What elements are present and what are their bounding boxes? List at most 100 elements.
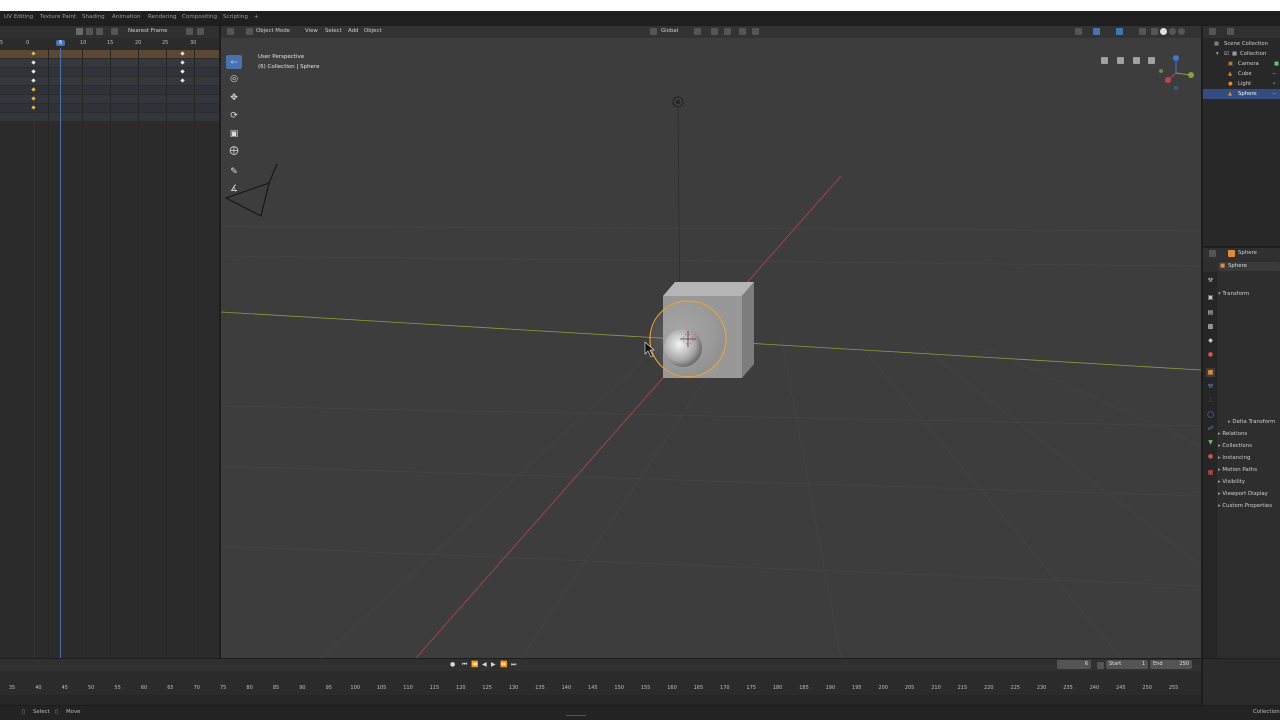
outliner-item-camera[interactable]: ▣ Camera ■ — [1203, 59, 1280, 69]
modifier-tab-icon[interactable]: ⚒ — [1206, 382, 1215, 391]
panel-transform[interactable]: ▾ Transform — [1218, 291, 1249, 297]
clock-icon[interactable] — [1097, 662, 1104, 669]
overlay-toggle-icon[interactable] — [1116, 28, 1123, 35]
physics-tab-icon[interactable]: ◯ — [1206, 410, 1215, 419]
snap-icon[interactable] — [711, 28, 718, 35]
menu-add[interactable]: Add — [348, 28, 358, 34]
menu-select[interactable]: Select — [325, 28, 342, 34]
menu-object[interactable]: Object — [364, 28, 382, 34]
material-tab-icon[interactable]: ● — [1206, 452, 1215, 461]
filter-icon[interactable] — [111, 28, 118, 35]
navigation-gizmo[interactable] — [1159, 55, 1194, 90]
warning-icon[interactable] — [96, 28, 103, 35]
snap-mode-dropdown[interactable]: Nearest Frame — [128, 28, 168, 34]
texture-tab-icon[interactable]: ▦ — [1206, 468, 1215, 477]
panel-visibility[interactable]: ▸ Visibility — [1218, 479, 1245, 485]
tab-texture-paint[interactable]: Texture Paint — [40, 14, 76, 20]
keyframe-icon[interactable] — [86, 28, 93, 35]
object-mode-dropdown[interactable]: Object Mode — [256, 28, 290, 34]
gizmo-toggle-icon[interactable] — [1093, 28, 1100, 35]
outliner-item-cube[interactable]: ▲ Cube ∽ — [1203, 69, 1280, 79]
panel-motion-paths[interactable]: ▸ Motion Paths — [1218, 467, 1257, 473]
3d-viewport[interactable]: Object Mode View Select Add Object Globa… — [221, 26, 1201, 658]
scene-tab-icon[interactable]: ◆ — [1206, 336, 1215, 345]
output-tab-icon[interactable]: ▤ — [1206, 308, 1215, 317]
tab-animation[interactable]: Animation — [112, 14, 141, 20]
properties-editor[interactable]: Sphere ■ Sphere ⚒ ▣ ▤ ▩ ◆ ● ■ ⚒ ∴ ◯ ☍ ▼ … — [1203, 248, 1280, 658]
panel-custom-properties[interactable]: ▸ Custom Properties — [1218, 503, 1272, 509]
proportional-editing-icon[interactable] — [739, 28, 746, 35]
timeline-scrub-area[interactable] — [0, 695, 1201, 705]
material-shading-icon[interactable] — [1169, 28, 1176, 35]
tab-rendering[interactable]: Rendering — [148, 14, 177, 20]
outliner-editor[interactable]: ▩ Scene Collection ▾ ☑ ▩ Collection ▣ Ca… — [1203, 26, 1280, 246]
tab-uv-editing[interactable]: UV Editing — [4, 14, 33, 20]
annotate-icon[interactable]: ✎ — [226, 165, 242, 179]
prev-keyframe-icon[interactable]: ⏪ — [471, 661, 478, 668]
outliner-item-sphere[interactable]: ▲ Sphere ∽ — [1203, 89, 1280, 99]
play-reverse-icon[interactable]: ◀ — [482, 661, 487, 668]
wireframe-shading-icon[interactable] — [1151, 28, 1158, 35]
outliner-item-scene-collection[interactable]: ▩ Scene Collection — [1203, 39, 1280, 49]
editor-type-icon[interactable] — [1209, 250, 1216, 257]
scale-icon[interactable]: ▣ — [226, 127, 242, 141]
display-mode-icon[interactable] — [1227, 28, 1234, 35]
playhead-line[interactable] — [60, 48, 61, 658]
current-frame-indicator[interactable]: 6 — [56, 40, 66, 46]
measure-icon[interactable]: ∡ — [226, 182, 242, 196]
add-workspace-button[interactable]: + — [254, 14, 259, 20]
checkbox-icon[interactable]: ☑ — [1224, 51, 1229, 57]
snap-icon[interactable] — [76, 28, 83, 35]
world-tab-icon[interactable]: ● — [1206, 350, 1215, 359]
viewport-nav-icons[interactable] — [1101, 57, 1155, 64]
jump-start-icon[interactable]: ⏮ — [462, 661, 467, 669]
solid-shading-icon[interactable] — [1160, 28, 1167, 35]
panel-delta-transform[interactable]: ▸ Delta Transform — [1228, 419, 1275, 425]
timeline-editor[interactable]: ● ⏮ ⏪ ◀ ▶ ⏩ ⏭ 6 Start 1 End 250 35 40 45 50… — [0, 659, 1201, 705]
jump-end-icon[interactable]: ⏭ — [511, 661, 516, 669]
start-frame-field[interactable]: Start 1 — [1106, 660, 1148, 669]
editor-type-icon[interactable] — [227, 28, 234, 35]
render-tab-icon[interactable]: ▣ — [1206, 293, 1215, 302]
sphere-object[interactable] — [664, 329, 702, 367]
view-layer-tab-icon[interactable]: ▩ — [1206, 322, 1215, 331]
data-tab-icon[interactable]: ▼ — [1206, 438, 1215, 447]
menu-view[interactable]: View — [305, 28, 318, 34]
rendered-shading-icon[interactable] — [1178, 28, 1185, 35]
particles-tab-icon[interactable]: ∴ — [1206, 396, 1215, 405]
tab-compositing[interactable]: Compositing — [182, 14, 217, 20]
select-box-icon[interactable]: ⬸ — [226, 55, 242, 69]
xray-icon[interactable] — [1139, 28, 1146, 35]
panel-collections[interactable]: ▸ Collections — [1218, 443, 1252, 449]
editor-type-icon[interactable] — [1209, 28, 1216, 35]
outliner-item-light[interactable]: ● Light ⚬ — [1203, 79, 1280, 89]
constraints-tab-icon[interactable]: ☍ — [1206, 424, 1215, 433]
next-keyframe-icon[interactable]: ⏩ — [500, 661, 507, 668]
end-frame-field[interactable]: End 250 — [1150, 660, 1192, 669]
move-icon[interactable]: ✥ — [226, 91, 242, 105]
outliner-item-collection[interactable]: ▾ ☑ ▩ Collection — [1203, 49, 1280, 59]
visibility-icon[interactable] — [1075, 28, 1082, 35]
orientation-dropdown[interactable]: Global — [661, 28, 678, 34]
proportional-icon[interactable] — [186, 28, 193, 35]
panel-relations[interactable]: ▸ Relations — [1218, 431, 1247, 437]
current-frame-field[interactable]: 6 — [1057, 660, 1091, 669]
magnet-icon[interactable] — [724, 28, 731, 35]
rotate-icon[interactable]: ⟳ — [226, 109, 242, 123]
cursor-icon[interactable]: ◎ — [226, 72, 242, 86]
chevron-down-icon[interactable]: ▾ — [1216, 51, 1219, 57]
object-name-field[interactable]: ■ Sphere — [1218, 262, 1280, 271]
dopesheet-editor[interactable]: Nearest Frame 5 0 6 10 15 20 25 30 — [0, 26, 219, 658]
falloff-icon[interactable] — [197, 28, 204, 35]
panel-instancing[interactable]: ▸ Instancing — [1218, 455, 1250, 461]
tab-shading[interactable]: Shading — [82, 14, 105, 20]
tool-tab-icon[interactable]: ⚒ — [1206, 276, 1215, 285]
play-icon[interactable]: ▶ — [491, 661, 496, 668]
panel-viewport-display[interactable]: ▸ Viewport Display — [1218, 491, 1268, 497]
falloff-icon[interactable] — [752, 28, 759, 35]
transform-icon[interactable]: ⨁ — [226, 144, 242, 158]
tab-scripting[interactable]: Scripting — [223, 14, 248, 20]
record-icon[interactable]: ● — [450, 661, 455, 668]
object-tab-icon[interactable]: ■ — [1206, 368, 1215, 377]
pivot-icon[interactable] — [694, 28, 701, 35]
